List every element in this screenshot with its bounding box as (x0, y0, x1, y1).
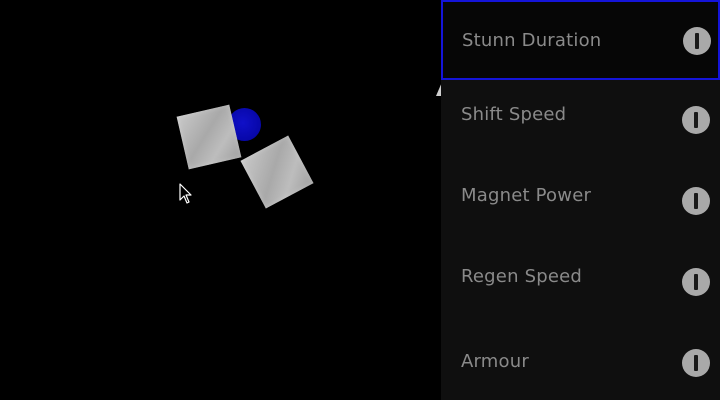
upgrade-button[interactable] (682, 349, 710, 377)
upgrade-bar-icon (694, 193, 698, 209)
upgrade-button[interactable] (682, 106, 710, 134)
upgrade-label: Shift Speed (461, 104, 567, 125)
upgrade-label: Magnet Power (461, 185, 592, 206)
upgrade-bar-icon (694, 355, 698, 371)
game-playfield[interactable] (0, 0, 442, 400)
upgrade-bar-icon (695, 33, 699, 49)
upgrade-button[interactable] (682, 268, 710, 296)
upgrade-row-stunn-duration[interactable]: Stunn Duration (441, 0, 720, 80)
upgrade-label: Armour (461, 351, 529, 372)
upgrade-row-shift-speed[interactable]: Shift Speed (441, 82, 720, 160)
upgrade-panel: Stunn Duration Shift Speed Magnet Power … (441, 0, 720, 400)
upgrade-label: Regen Speed (461, 266, 583, 287)
arrow-cursor-icon (179, 183, 192, 204)
upgrade-button[interactable] (682, 187, 710, 215)
game-screen: Stunn Duration Shift Speed Magnet Power … (0, 0, 720, 400)
upgrade-label: Stunn Duration (462, 30, 602, 51)
metal-crate (176, 104, 242, 170)
upgrade-bar-icon (694, 274, 698, 290)
metal-crate (240, 135, 314, 209)
upgrade-row-magnet-power[interactable]: Magnet Power (441, 163, 720, 241)
upgrade-bar-icon (694, 112, 698, 128)
upgrade-row-armour[interactable]: Armour (441, 325, 720, 400)
upgrade-button[interactable] (683, 27, 711, 55)
upgrade-row-regen-speed[interactable]: Regen Speed (441, 244, 720, 322)
